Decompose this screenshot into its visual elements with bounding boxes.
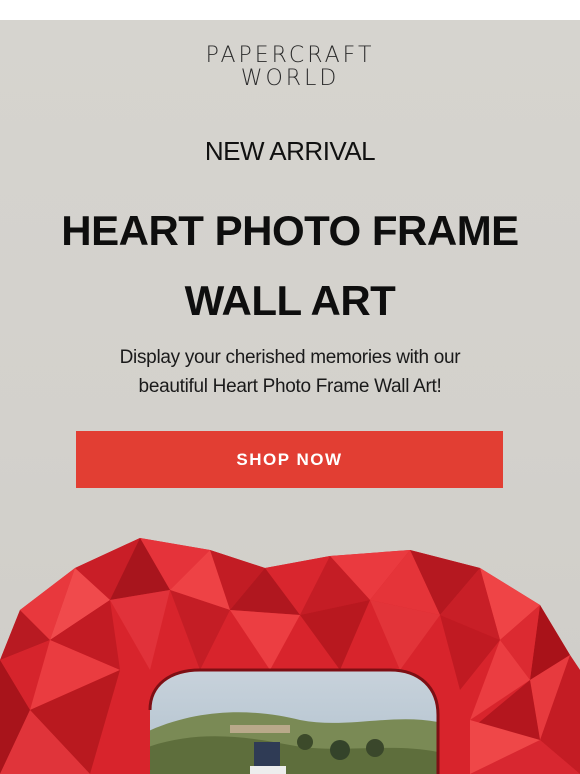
description-line1: Display your cherished memories with our: [119, 347, 461, 368]
new-arrival-label: NEW ARRIVAL: [204, 136, 376, 166]
product-hero-image[interactable]: [0, 520, 580, 774]
product-description: Display your cherished memories with our…: [90, 343, 490, 401]
framed-photo: [150, 670, 438, 774]
heart-frame-photo: [0, 538, 580, 774]
headline: HEART PHOTO FRAME WALL ART: [20, 196, 560, 336]
description-line2: beautiful Heart Photo Frame Wall Art!: [138, 376, 442, 397]
brand-logo-line1: PAPERCRAFT: [205, 43, 375, 68]
headline-line2: WALL ART: [184, 277, 396, 324]
headline-line1: HEART PHOTO FRAME: [61, 207, 519, 254]
shop-now-button[interactable]: SHOP NOW: [76, 431, 503, 488]
email-body: PAPERCRAFT WORLD NEW ARRIVAL HEART PHOTO…: [0, 20, 580, 774]
brand-logo-line2: WORLD: [240, 66, 340, 91]
brand-logo[interactable]: PAPERCRAFT WORLD: [0, 44, 580, 90]
